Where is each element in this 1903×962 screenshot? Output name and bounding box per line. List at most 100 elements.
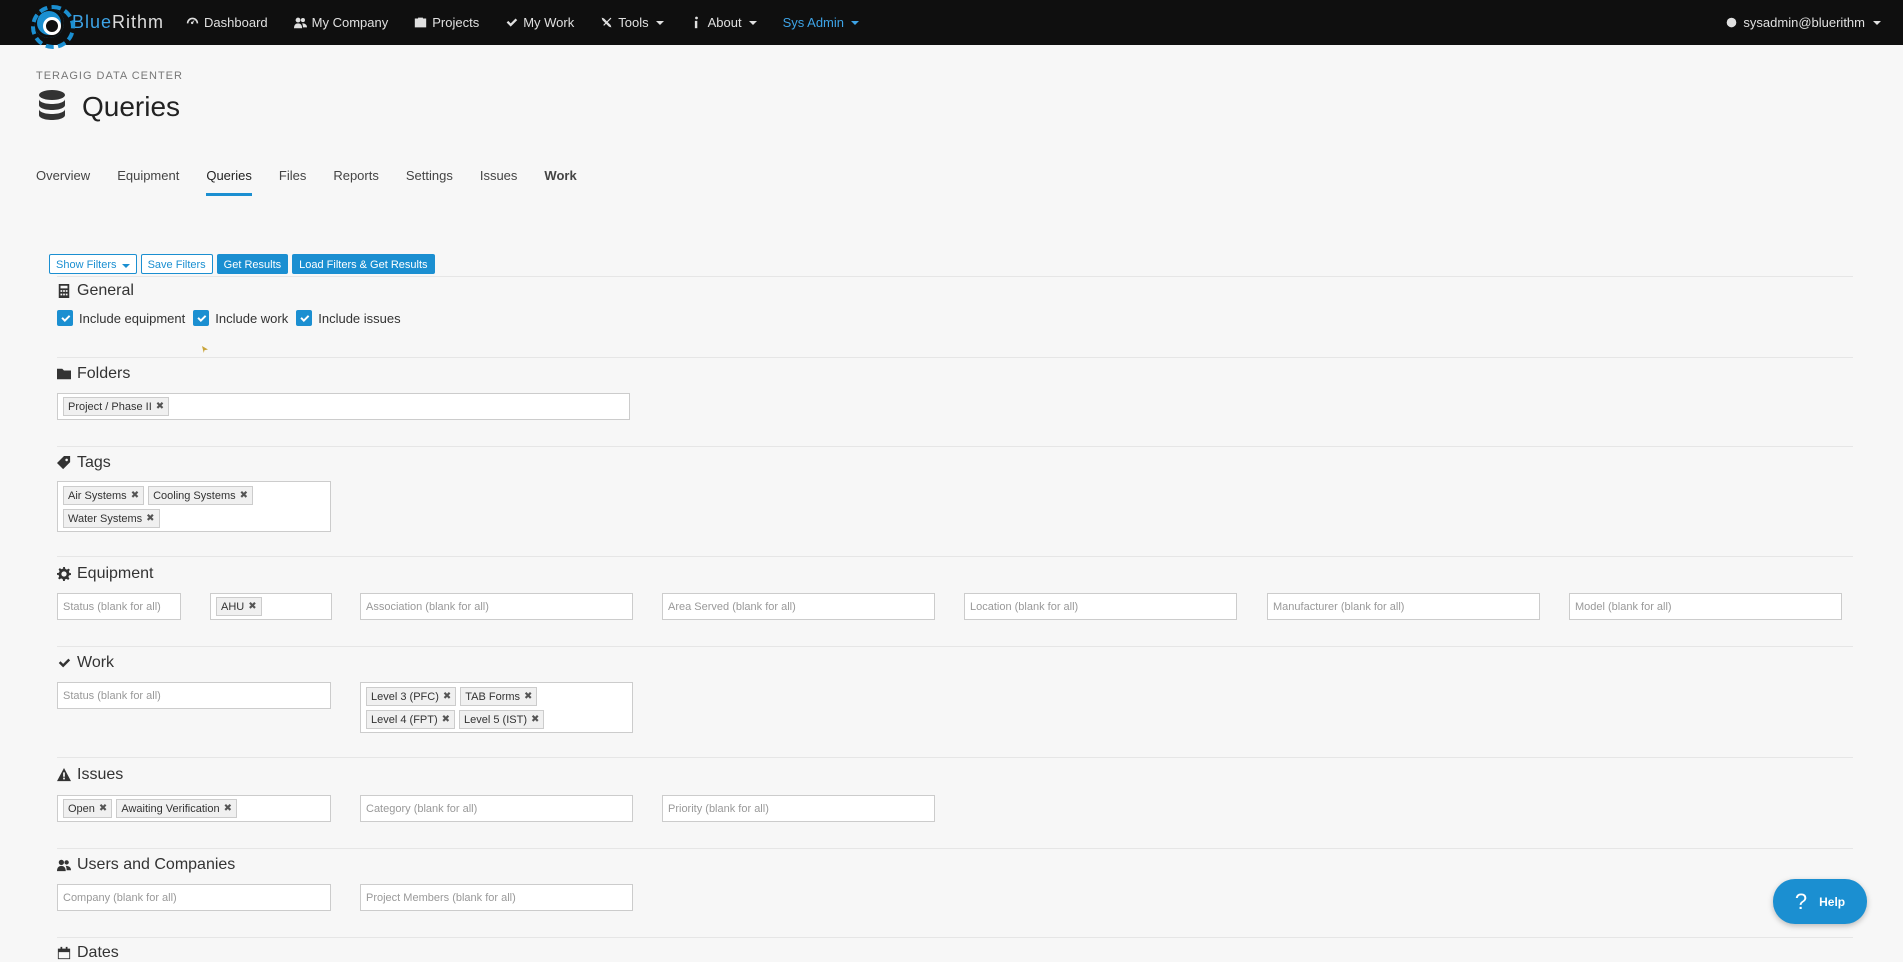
tab-queries[interactable]: Queries (206, 160, 252, 196)
tag-chip: Water Systems ✖ (63, 509, 160, 528)
users-icon (293, 17, 307, 29)
work-section: Work (57, 654, 1853, 672)
work-chip: Level 4 (FPT) ✖ (366, 710, 456, 729)
page-title: Queries (82, 91, 181, 122)
association-input[interactable]: Association (blank for all) (360, 593, 633, 620)
issue-chip: Open ✖ (63, 799, 113, 818)
remove-chip-icon[interactable]: ✖ (224, 803, 232, 814)
area-served-input[interactable]: Area Served (blank for all) (662, 593, 935, 620)
tags-section: Tags (57, 454, 1853, 472)
folders-section: Folders (57, 365, 1853, 383)
tags-select[interactable]: Air Systems ✖ Cooling Systems ✖ Water Syst… (57, 481, 331, 532)
tag-chip: Air Systems ✖ (63, 486, 145, 505)
tab-files[interactable]: Files (279, 160, 306, 196)
remove-chip-icon[interactable]: ✖ (240, 490, 248, 501)
help-button[interactable]: ? Help (1773, 879, 1867, 924)
remove-chip-icon[interactable]: ✖ (442, 714, 450, 725)
include-work-label: Include work (215, 310, 289, 326)
check-icon (58, 658, 71, 668)
query-toolbar: Show Filters Save Filters Get Results Lo… (49, 254, 435, 274)
work-chip: Level 5 (IST) ✖ (459, 710, 545, 729)
remove-chip-icon[interactable]: ✖ (131, 490, 139, 501)
remove-chip-icon[interactable]: ✖ (156, 401, 164, 412)
remove-chip-icon[interactable]: ✖ (248, 601, 256, 612)
get-results-button[interactable]: Get Results (216, 254, 289, 274)
load-filters-button[interactable]: Load Filters & Get Results (292, 254, 435, 274)
issue-status-select[interactable]: Open ✖ Awaiting Verification ✖ (57, 795, 331, 822)
folders-select[interactable]: Project / Phase II ✖ (57, 393, 630, 420)
checkmark-icon (197, 314, 207, 322)
project-members-input[interactable]: Project Members (blank for all) (360, 884, 633, 911)
nav-my-company[interactable]: My Company (293, 15, 388, 30)
brand-logo-link[interactable]: BlueRithm (31, 4, 165, 49)
nav-my-work[interactable]: My Work (505, 15, 574, 30)
folder-chip: Project / Phase II ✖ (63, 397, 170, 416)
section-title-issues: Issues (57, 766, 1853, 784)
include-issues-label: Include issues (318, 310, 401, 326)
section-title-tags: Tags (57, 454, 1853, 472)
remove-chip-icon[interactable]: ✖ (146, 513, 154, 524)
info-icon (694, 16, 698, 29)
divider (57, 848, 1853, 849)
nav-sys-admin[interactable]: Sys Admin (783, 15, 860, 30)
include-issues-checkbox[interactable] (296, 310, 313, 326)
work-status-input[interactable]: Status (blank for all) (57, 682, 331, 709)
nav-projects[interactable]: Projects (414, 15, 479, 30)
divider (57, 357, 1853, 358)
issue-priority-input[interactable]: Priority (blank for all) (662, 795, 935, 822)
top-navbar: BlueRithm Dashboard My Company Projects … (0, 0, 1903, 49)
work-chip: TAB Forms ✖ (460, 687, 538, 706)
remove-chip-icon[interactable]: ✖ (99, 803, 107, 814)
tab-work[interactable]: Work (544, 160, 576, 196)
nav-about[interactable]: About (690, 15, 757, 30)
equipment-type-select[interactable]: AHU ✖ (210, 593, 332, 620)
warning-icon (57, 768, 71, 782)
globe-icon (1727, 17, 1737, 28)
general-section: General Include equipment Include work I… (57, 282, 1853, 326)
location-input[interactable]: Location (blank for all) (964, 593, 1237, 620)
tab-issues[interactable]: Issues (480, 160, 518, 196)
section-title-general: General (57, 282, 1853, 300)
briefcase-icon (415, 17, 427, 28)
remove-chip-icon[interactable]: ✖ (531, 714, 539, 725)
tags-icon (57, 456, 71, 470)
manufacturer-input[interactable]: Manufacturer (blank for all) (1267, 593, 1540, 620)
save-filters-button[interactable]: Save Filters (140, 254, 213, 274)
tab-reports[interactable]: Reports (333, 160, 379, 196)
nav-tools[interactable]: Tools (600, 15, 664, 30)
nav-dashboard[interactable]: Dashboard (186, 15, 268, 30)
tab-overview[interactable]: Overview (36, 160, 90, 196)
issues-section: Issues (57, 766, 1853, 784)
show-filters-button[interactable]: Show Filters (49, 254, 137, 274)
check-icon (506, 18, 518, 27)
issue-category-input[interactable]: Category (blank for all) (360, 795, 633, 822)
company-input[interactable]: Company (blank for all) (57, 884, 331, 911)
section-title-dates: Dates (57, 944, 1853, 962)
checkmark-icon (60, 314, 70, 322)
remove-chip-icon[interactable]: ✖ (443, 691, 451, 702)
dates-section: Dates (57, 944, 1853, 962)
tab-settings[interactable]: Settings (406, 160, 453, 196)
remove-chip-icon[interactable]: ✖ (524, 691, 532, 702)
mouse-cursor (202, 346, 208, 353)
work-type-select[interactable]: Level 3 (PFC) ✖ TAB Forms ✖ Level 4 (FPT) ✖… (360, 682, 633, 733)
equipment-status-input[interactable]: Status (blank for all) (57, 593, 181, 620)
user-menu[interactable]: sysadmin@bluerithm (1726, 0, 1881, 45)
include-options: Include equipment Include work Include i… (57, 310, 1853, 326)
calendar-icon (57, 946, 71, 960)
brand-name: BlueRithm (72, 12, 165, 32)
divider (57, 446, 1853, 447)
section-title-users: Users and Companies (57, 856, 1853, 874)
section-title-folders: Folders (57, 365, 1853, 383)
model-input[interactable]: Model (blank for all) (1569, 593, 1842, 620)
tab-equipment[interactable]: Equipment (117, 160, 179, 196)
include-equipment-checkbox[interactable] (57, 310, 73, 326)
users-icon (57, 859, 71, 872)
include-work-checkbox[interactable] (193, 310, 210, 326)
issue-chip: Awaiting Verification ✖ (116, 799, 237, 818)
checkmark-icon (300, 314, 310, 322)
database-icon (39, 90, 65, 120)
folder-icon (57, 368, 71, 380)
divider (57, 276, 1853, 277)
chevron-down-icon (121, 264, 130, 268)
